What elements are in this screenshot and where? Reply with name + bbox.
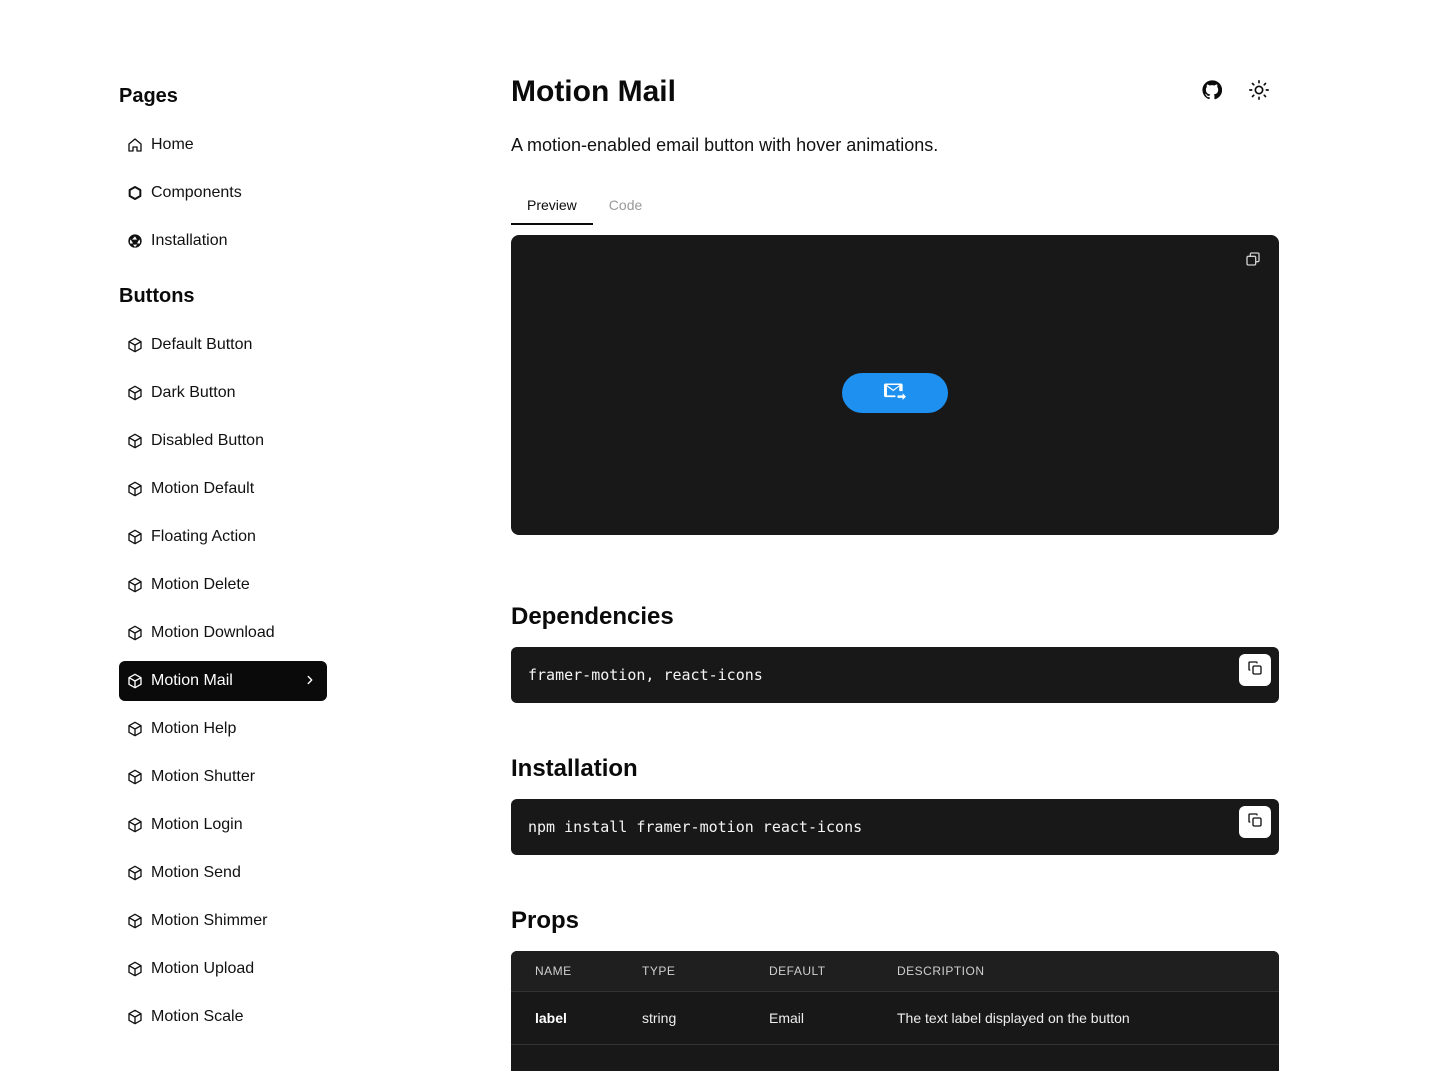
sidebar-item-label: Disabled Button (151, 432, 264, 449)
sidebar-item-label: Motion Download (151, 624, 275, 641)
cube-icon (127, 385, 143, 401)
sidebar-item-motion-help[interactable]: Motion Help (119, 709, 327, 749)
cube-icon (127, 769, 143, 785)
sidebar-item-label: Floating Action (151, 528, 256, 545)
cube-icon (127, 865, 143, 881)
cube-icon (127, 625, 143, 641)
dependencies-title: Dependencies (511, 603, 674, 630)
dependencies-code-block: framer-motion, react-icons (511, 647, 1279, 703)
installation-code-block: npm install framer-motion react-icons (511, 799, 1279, 855)
col-type-header: TYPE (642, 964, 676, 978)
chevron-right-icon (303, 673, 317, 687)
buttons-list: Default Button Dark Button Disabled Button… (119, 325, 327, 1037)
sidebar-item-label: Motion Delete (151, 576, 250, 593)
sidebar-item-label: Home (151, 136, 194, 153)
cube-icon (127, 913, 143, 929)
col-name-header: NAME (535, 964, 572, 978)
cube-icon (127, 481, 143, 497)
col-default-header: DEFAULT (769, 964, 826, 978)
sidebar-item-label: Components (151, 184, 242, 201)
sidebar-item-motion-send[interactable]: Motion Send (119, 853, 327, 893)
copy-icon (1247, 660, 1263, 680)
sidebar: Pages Home Components Installation Butto… (119, 80, 327, 1045)
sidebar-item-motion-shimmer[interactable]: Motion Shimmer (119, 901, 327, 941)
installation-code: npm install framer-motion react-icons (528, 818, 863, 836)
sidebar-item-label: Motion Send (151, 864, 241, 881)
buttons-section-title: Buttons (119, 285, 195, 307)
dependencies-code: framer-motion, react-icons (528, 666, 763, 684)
props-table: NAME TYPE DEFAULT DESCRIPTION label stri… (511, 951, 1279, 1071)
cube-icon (127, 529, 143, 545)
sun-icon[interactable] (1247, 78, 1271, 102)
header-actions (1200, 78, 1271, 102)
cube-icon (127, 817, 143, 833)
sidebar-item-floating-action[interactable]: Floating Action (119, 517, 327, 557)
sidebar-item-label: Motion Login (151, 816, 243, 833)
sidebar-item-motion-download[interactable]: Motion Download (119, 613, 327, 653)
cube-icon (127, 1009, 143, 1025)
sidebar-item-label: Motion Mail (151, 672, 233, 689)
prop-description: The text label displayed on the button (897, 1010, 1130, 1026)
tab-preview[interactable]: Preview (511, 191, 593, 225)
sidebar-item-label: Dark Button (151, 384, 236, 401)
prop-name: label (535, 1010, 567, 1026)
props-table-header: NAME TYPE DEFAULT DESCRIPTION (511, 951, 1279, 992)
sidebar-item-label: Default Button (151, 336, 253, 353)
sidebar-item-installation[interactable]: Installation (119, 221, 327, 261)
cube-icon (127, 577, 143, 593)
mail-send-icon (884, 383, 906, 404)
sidebar-item-disabled-button[interactable]: Disabled Button (119, 421, 327, 461)
installation-title: Installation (511, 755, 638, 782)
hexagon-icon (127, 185, 143, 201)
prop-type: string (642, 1010, 677, 1026)
sidebar-item-motion-upload[interactable]: Motion Upload (119, 949, 327, 989)
cube-icon (127, 961, 143, 977)
copy-installation-button[interactable] (1239, 806, 1271, 838)
preview-panel (511, 235, 1279, 535)
home-icon (127, 137, 143, 153)
sidebar-item-motion-scale[interactable]: Motion Scale (119, 997, 327, 1037)
cube-icon (127, 721, 143, 737)
copy-dependencies-button[interactable] (1239, 654, 1271, 686)
sidebar-item-motion-shutter[interactable]: Motion Shutter (119, 757, 327, 797)
sidebar-item-label: Motion Scale (151, 1008, 244, 1025)
github-icon[interactable] (1200, 78, 1224, 102)
pages-section-title: Pages (119, 85, 178, 107)
tabs: Preview Code (511, 191, 1279, 225)
sidebar-item-motion-delete[interactable]: Motion Delete (119, 565, 327, 605)
prop-default: Email (769, 1010, 805, 1026)
sidebar-item-components[interactable]: Components (119, 173, 327, 213)
props-title: Props (511, 907, 580, 934)
cube-icon (127, 673, 143, 689)
sidebar-item-motion-default[interactable]: Motion Default (119, 469, 327, 509)
sidebar-item-label: Motion Shimmer (151, 912, 268, 929)
sidebar-item-label: Motion Help (151, 720, 237, 737)
motion-mail-button[interactable] (842, 373, 948, 413)
pages-list: Home Components Installation (119, 125, 327, 261)
cube-icon (127, 433, 143, 449)
sidebar-item-label: Motion Default (151, 480, 255, 497)
sidebar-item-motion-login[interactable]: Motion Login (119, 805, 327, 845)
sidebar-item-label: Motion Upload (151, 960, 255, 977)
sidebar-item-label: Installation (151, 232, 228, 249)
sidebar-item-label: Motion Shutter (151, 768, 256, 785)
col-description-header: DESCRIPTION (897, 964, 985, 978)
tab-code[interactable]: Code (593, 191, 658, 223)
copy-icon (1247, 812, 1263, 832)
sidebar-item-motion-mail[interactable]: Motion Mail (119, 661, 327, 701)
sidebar-item-home[interactable]: Home (119, 125, 327, 165)
cube-icon (127, 337, 143, 353)
main-content: Motion Mail A motion-enabled email butto… (511, 70, 1279, 1071)
aperture-icon (127, 233, 143, 249)
copy-icon[interactable] (1245, 251, 1261, 267)
page-title: Motion Mail (511, 75, 676, 108)
page-description: A motion-enabled email button with hover… (511, 135, 939, 155)
sidebar-item-default-button[interactable]: Default Button (119, 325, 327, 365)
table-row: label string Email The text label displa… (511, 992, 1279, 1045)
sidebar-item-dark-button[interactable]: Dark Button (119, 373, 327, 413)
